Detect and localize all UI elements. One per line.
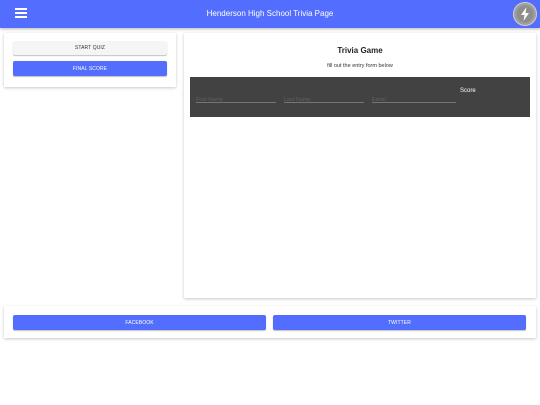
first-name-input[interactable]	[196, 93, 276, 107]
final-score-button[interactable]: FINAL SCORE	[13, 61, 167, 76]
twitter-button[interactable]: TWITTER	[273, 315, 526, 330]
game-title: Trivia Game	[337, 46, 383, 55]
avatar[interactable]	[513, 2, 537, 26]
lightning-bolt-icon	[516, 5, 534, 23]
email-input[interactable]	[372, 93, 456, 107]
sidebar-card: START QUIZ FINAL SCORE	[4, 33, 176, 87]
last-name-field	[284, 88, 364, 107]
start-quiz-button[interactable]: START QUIZ	[13, 41, 167, 55]
facebook-button[interactable]: FACEBOOK	[13, 315, 266, 330]
first-name-field	[196, 88, 276, 107]
social-share-card: FACEBOOK TWITTER	[4, 306, 536, 338]
game-subtitle: fill out the entry form below	[327, 63, 393, 69]
page-title: Henderson High School Trivia Page	[206, 9, 334, 18]
trivia-game-card: Trivia Game fill out the entry form belo…	[184, 33, 536, 298]
email-field	[372, 88, 456, 107]
last-name-input[interactable]	[284, 93, 364, 107]
app-bar: Henderson High School Trivia Page	[0, 0, 540, 28]
entry-form: Score	[190, 77, 530, 117]
score-label: Score	[460, 88, 476, 94]
